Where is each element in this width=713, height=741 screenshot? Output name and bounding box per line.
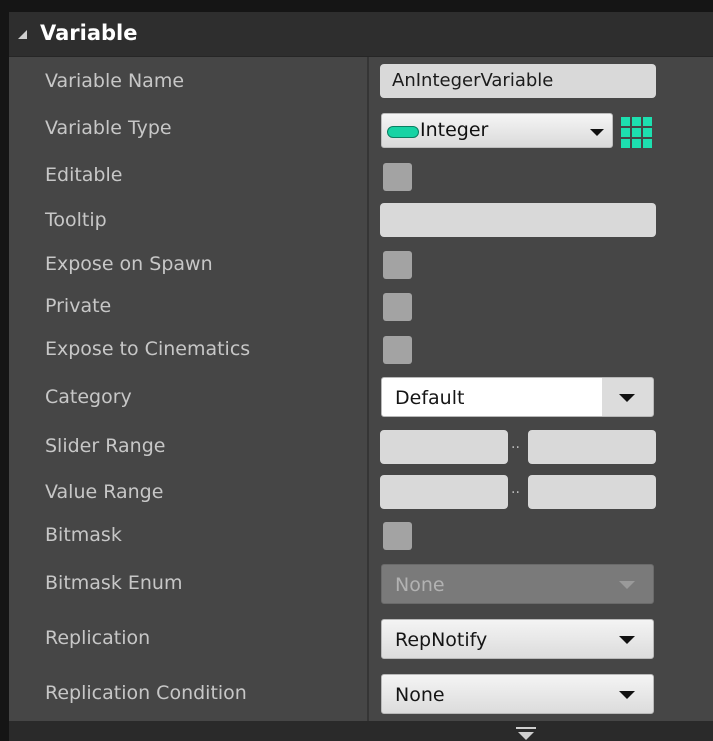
variable-name-value: AnIntegerVariable xyxy=(392,70,554,91)
tooltip-input[interactable] xyxy=(380,203,656,237)
collapse-triangle-icon[interactable] xyxy=(18,30,27,39)
section-title: Variable xyxy=(40,21,138,45)
tooltip-label: Tooltip xyxy=(45,209,107,231)
replication-dropdown[interactable]: RepNotify xyxy=(381,619,654,659)
variable-name-label: Variable Name xyxy=(45,70,185,92)
expose-on-spawn-label: Expose on Spawn xyxy=(45,253,213,275)
bitmask-checkbox[interactable] xyxy=(383,522,412,550)
category-label: Category xyxy=(45,386,132,408)
variable-type-label: Variable Type xyxy=(45,117,172,139)
chevron-down-icon xyxy=(619,394,635,402)
private-label: Private xyxy=(45,295,112,317)
chevron-down-icon xyxy=(619,581,635,589)
slider-range-max-input[interactable] xyxy=(528,430,656,464)
replication-condition-label: Replication Condition xyxy=(45,682,247,704)
chevron-down-icon xyxy=(619,691,635,699)
advanced-expander-bar[interactable] xyxy=(9,721,713,741)
bitmask-enum-dropdown: None xyxy=(381,564,654,604)
slider-range-label: Slider Range xyxy=(45,435,166,457)
integer-pin-icon xyxy=(387,126,419,138)
editable-checkbox[interactable] xyxy=(383,163,412,191)
replication-value: RepNotify xyxy=(395,629,488,651)
slider-range-separator: .. xyxy=(511,436,520,452)
chevron-down-icon xyxy=(619,636,635,644)
replication-condition-dropdown[interactable]: None xyxy=(381,674,654,714)
bitmask-enum-label: Bitmask Enum xyxy=(45,572,183,594)
bitmask-enum-value: None xyxy=(395,574,445,596)
category-dropdown[interactable]: Default xyxy=(381,377,654,417)
value-range-min-input[interactable] xyxy=(380,475,508,509)
slider-range-min-input[interactable] xyxy=(380,430,508,464)
expose-to-cinematics-label: Expose to Cinematics xyxy=(45,338,251,360)
replication-condition-value: None xyxy=(395,684,445,706)
expose-on-spawn-checkbox[interactable] xyxy=(383,251,412,279)
column-divider[interactable] xyxy=(367,57,369,721)
variable-type-value: Integer xyxy=(420,119,489,141)
details-panel: Variable Variable Name AnIntegerVariable… xyxy=(9,12,713,741)
chevron-down-icon xyxy=(590,129,604,136)
private-checkbox[interactable] xyxy=(383,293,412,321)
value-range-separator: .. xyxy=(511,481,520,497)
value-range-max-input[interactable] xyxy=(528,475,656,509)
value-range-label: Value Range xyxy=(45,481,164,503)
variable-type-dropdown[interactable]: Integer xyxy=(381,113,613,148)
expand-advanced-icon[interactable] xyxy=(516,727,536,741)
variable-name-input[interactable]: AnIntegerVariable xyxy=(380,64,656,98)
replication-label: Replication xyxy=(45,627,151,649)
editable-label: Editable xyxy=(45,164,123,186)
bitmask-label: Bitmask xyxy=(45,524,122,546)
container-type-grid-icon[interactable] xyxy=(620,116,653,149)
expose-to-cinematics-checkbox[interactable] xyxy=(383,336,412,364)
category-value: Default xyxy=(395,387,465,409)
variable-section-header[interactable]: Variable xyxy=(9,12,713,57)
